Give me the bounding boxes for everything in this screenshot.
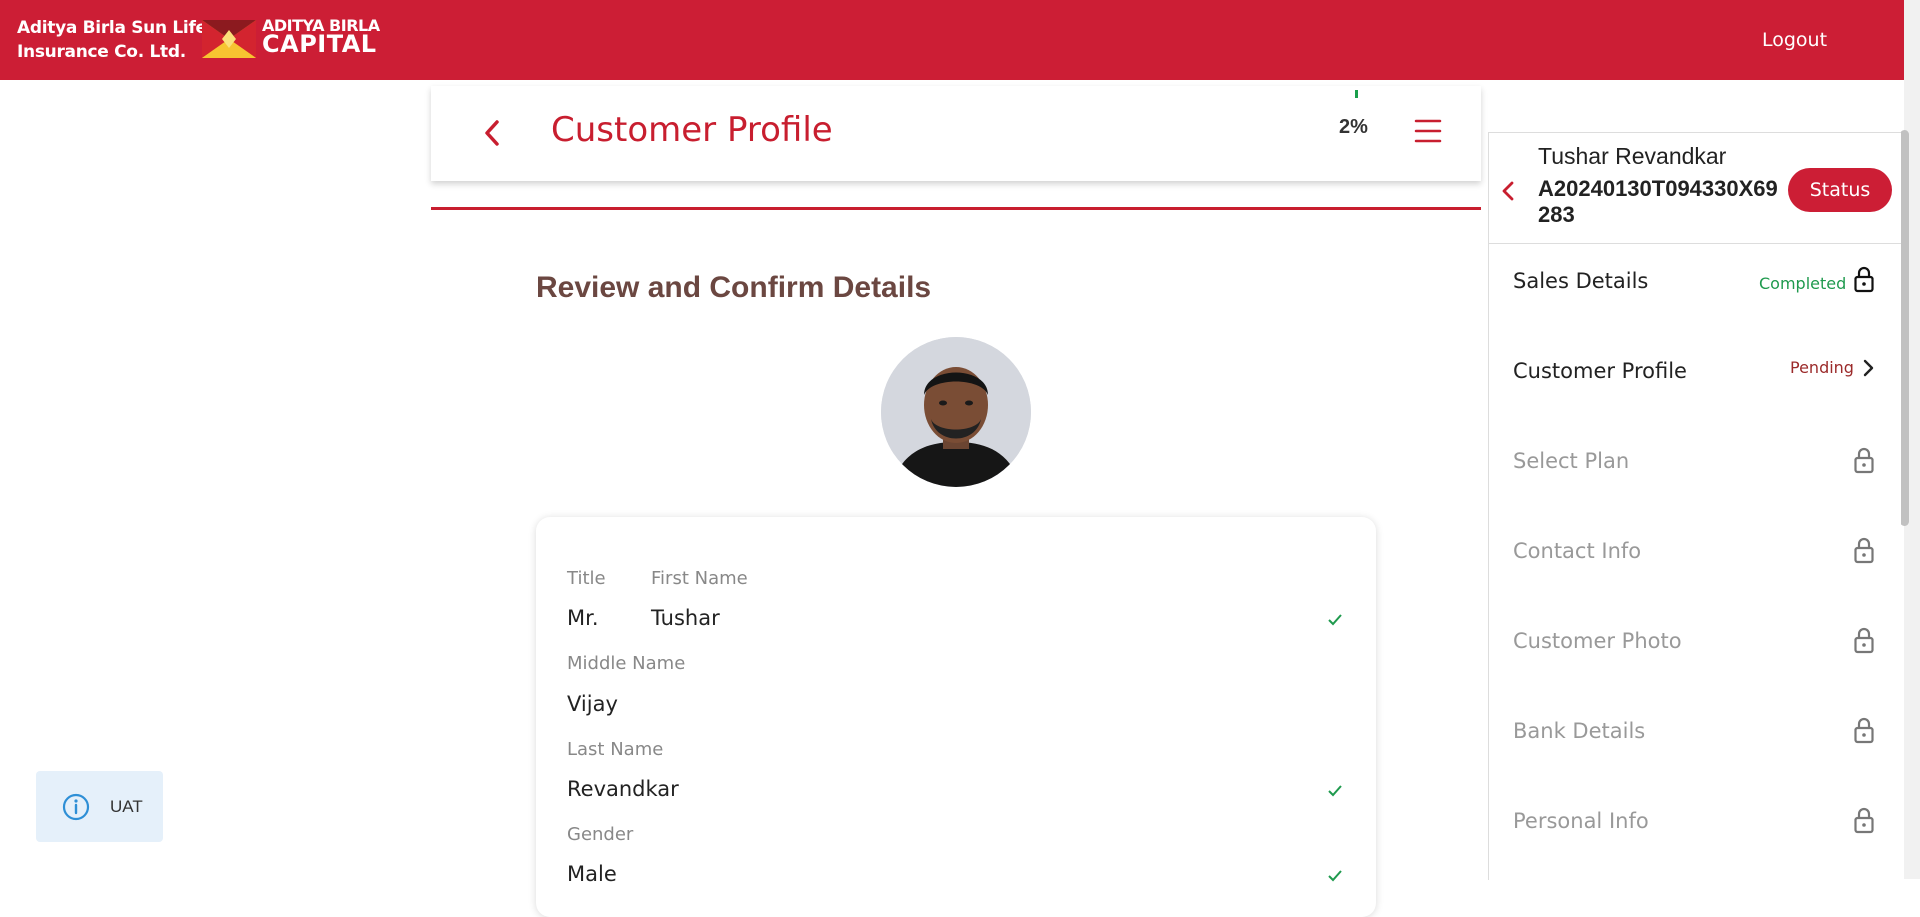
- application-number: A20240130T094330X69283: [1538, 176, 1778, 227]
- step-select-plan[interactable]: Select Plan: [1489, 427, 1901, 517]
- brand-line-2: Insurance Co. Ltd.: [17, 42, 186, 62]
- step-sales-details[interactable]: Sales Details Completed: [1489, 247, 1901, 337]
- logo-text: ADITYA BIRLA CAPITAL: [262, 18, 380, 58]
- step-label: Sales Details: [1513, 269, 1649, 293]
- step-customer-profile[interactable]: Customer Profile Pending: [1489, 337, 1901, 427]
- customer-avatar: [881, 337, 1031, 487]
- middle-name-value[interactable]: Vijay: [567, 692, 618, 716]
- step-label: Personal Info: [1513, 809, 1649, 833]
- step-label: Select Plan: [1513, 449, 1630, 473]
- last-name-value[interactable]: Revandkar: [567, 777, 679, 801]
- top-header: Aditya Birla Sun Life Insurance Co. Ltd.…: [0, 0, 1920, 80]
- step-label: Customer Photo: [1513, 629, 1682, 653]
- step-personal-info[interactable]: Personal Info: [1489, 787, 1901, 877]
- chevron-left-icon[interactable]: [1499, 179, 1517, 203]
- lock-icon: [1854, 807, 1874, 834]
- step-customer-photo[interactable]: Customer Photo: [1489, 607, 1901, 697]
- panel-header: Tushar Revandkar A20240130T094330X69283 …: [1489, 133, 1901, 244]
- first-name-label: First Name: [651, 568, 748, 589]
- gender-value[interactable]: Male: [567, 862, 617, 886]
- environment-badge: UAT: [36, 771, 163, 842]
- lock-icon: [1854, 266, 1874, 293]
- step-status: Completed: [1759, 274, 1847, 293]
- header-divider: [431, 207, 1481, 210]
- lock-icon: [1854, 627, 1874, 654]
- step-bank-details[interactable]: Bank Details: [1489, 697, 1901, 787]
- hamburger-menu-icon[interactable]: [1414, 118, 1442, 144]
- step-label: Customer Profile: [1513, 359, 1687, 383]
- info-icon: [62, 793, 90, 821]
- application-steps-panel: Tushar Revandkar A20240130T094330X69283 …: [1488, 132, 1901, 880]
- customer-photo: [881, 337, 1031, 487]
- step-label: Bank Details: [1513, 719, 1646, 743]
- progress-percent: 2%: [1339, 116, 1368, 138]
- lock-icon: [1854, 717, 1874, 744]
- last-name-label: Last Name: [567, 739, 664, 760]
- gender-label: Gender: [567, 824, 634, 845]
- back-chevron-icon[interactable]: [478, 116, 508, 150]
- title-label: Title: [567, 568, 606, 589]
- section-title: Review and Confirm Details: [536, 271, 932, 304]
- aditya-birla-logo-icon: [202, 20, 256, 58]
- page-title: Customer Profile: [551, 110, 833, 150]
- environment-label: UAT: [110, 797, 143, 816]
- step-contact-info[interactable]: Contact Info: [1489, 517, 1901, 607]
- check-icon: [1328, 785, 1342, 797]
- profile-header: Customer Profile 2%: [431, 86, 1481, 181]
- chevron-right-icon: [1863, 359, 1874, 377]
- customer-name: Tushar Revandkar: [1538, 143, 1727, 169]
- check-icon: [1328, 614, 1342, 626]
- lock-icon: [1854, 447, 1874, 474]
- customer-details-card: Title First Name Mr. Tushar Middle Name …: [536, 517, 1376, 917]
- step-status: Pending: [1790, 358, 1854, 377]
- brand-line-1: Aditya Birla Sun Life: [17, 18, 207, 38]
- step-label: Contact Info: [1513, 539, 1642, 563]
- check-icon: [1328, 870, 1342, 882]
- middle-name-label: Middle Name: [567, 653, 686, 674]
- lock-icon: [1854, 537, 1874, 564]
- first-name-value[interactable]: Tushar: [651, 606, 720, 630]
- status-button[interactable]: Status: [1788, 168, 1892, 212]
- logout-button[interactable]: Logout: [1762, 29, 1827, 51]
- scrollbar-thumb[interactable]: [1900, 130, 1909, 526]
- title-value[interactable]: Mr.: [567, 606, 599, 630]
- progress-indicator: [1355, 90, 1358, 98]
- logo-line-2: CAPITAL: [262, 30, 377, 58]
- brand-name: Aditya Birla Sun Life Insurance Co. Ltd.: [17, 16, 207, 64]
